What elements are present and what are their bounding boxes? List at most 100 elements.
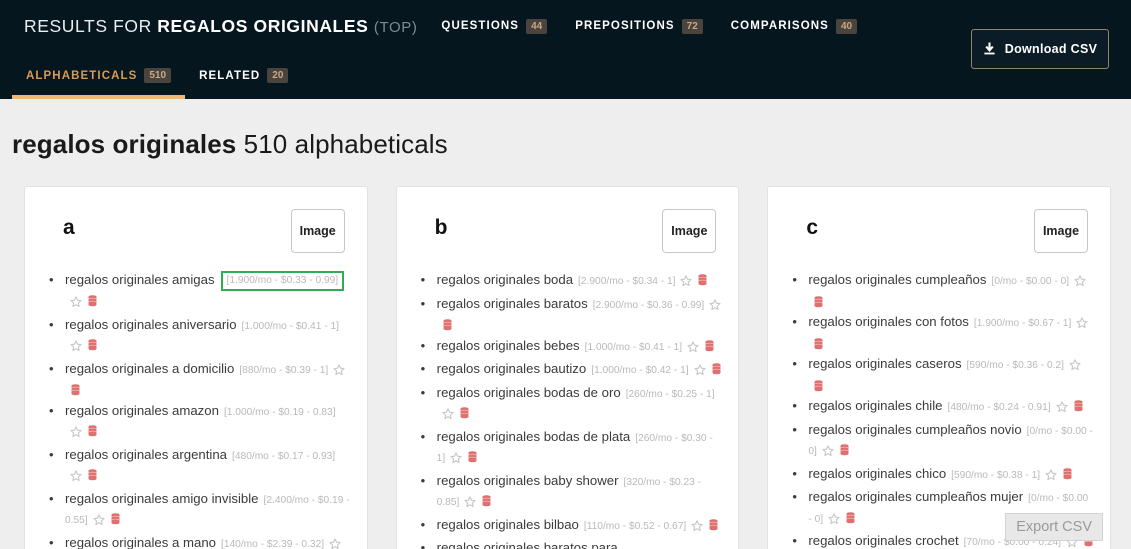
- star-icon[interactable]: [464, 495, 476, 514]
- star-icon[interactable]: [70, 339, 82, 358]
- list-item: regalos originales amazon [1.000/mo - $0.…: [41, 402, 351, 444]
- star-icon[interactable]: [1074, 274, 1086, 293]
- keyword-term[interactable]: regalos originales cumpleaños novio: [808, 422, 1021, 437]
- database-icon[interactable]: [88, 468, 97, 481]
- keyword-term[interactable]: regalos originales crochet: [808, 533, 958, 548]
- star-icon[interactable]: [680, 274, 693, 293]
- results-keyword: REGALOS ORIGINALES: [157, 15, 369, 36]
- keyword-term[interactable]: regalos originales caseros: [808, 356, 961, 371]
- keyword-metrics: [480/mo - $0.24 - 0.91]: [947, 402, 1051, 413]
- database-icon[interactable]: [1063, 467, 1072, 479]
- database-icon[interactable]: [111, 512, 120, 525]
- keyword-term[interactable]: regalos originales bilbao: [437, 517, 579, 532]
- image-button[interactable]: Image: [290, 209, 345, 253]
- keyword-term[interactable]: regalos originales cumpleaños: [808, 272, 986, 287]
- star-icon[interactable]: [1056, 400, 1068, 419]
- database-icon[interactable]: [460, 406, 469, 419]
- database-icon[interactable]: [88, 424, 97, 437]
- star-icon[interactable]: [329, 537, 341, 549]
- list-item: regalos originales baratos para cumpleañ…: [413, 539, 723, 549]
- star-icon[interactable]: [333, 363, 345, 382]
- keyword-term[interactable]: regalos originales amazon: [65, 403, 219, 418]
- subtab-related[interactable]: RELATED 20: [185, 58, 302, 99]
- keyword-term[interactable]: regalos originales cumpleaños mujer: [808, 489, 1023, 504]
- star-icon[interactable]: [1045, 468, 1057, 487]
- star-icon[interactable]: [450, 451, 462, 470]
- page-title-count: 510 alphabeticals: [243, 129, 448, 159]
- database-icon[interactable]: [814, 337, 823, 349]
- keyword-term[interactable]: regalos originales argentina: [65, 447, 227, 462]
- database-icon[interactable]: [1074, 399, 1083, 412]
- database-icon[interactable]: [814, 295, 823, 307]
- keyword-term[interactable]: regalos originales chile: [808, 398, 942, 413]
- star-icon[interactable]: [1076, 316, 1088, 335]
- database-icon[interactable]: [468, 450, 477, 463]
- tab-questions-label: QUESTIONS: [441, 20, 520, 32]
- list-item: regalos originales amigo invisible[2.400…: [41, 490, 351, 532]
- download-csv-button[interactable]: Download CSV: [971, 29, 1109, 69]
- database-icon[interactable]: [443, 318, 452, 331]
- database-icon[interactable]: [88, 294, 97, 307]
- tab-questions-count: 44: [526, 18, 548, 34]
- subtab-alphabeticals[interactable]: ALPHABETICALS 510: [12, 58, 186, 99]
- image-button[interactable]: Image: [1034, 209, 1089, 253]
- header-primary-row: RESULTS FOR REGALOS ORIGINALES (TOP) QUE…: [0, 0, 1131, 52]
- database-icon[interactable]: [71, 383, 80, 396]
- star-icon[interactable]: [691, 519, 703, 538]
- star-icon[interactable]: [822, 444, 834, 463]
- keyword-term[interactable]: regalos originales a mano: [65, 535, 216, 549]
- database-icon[interactable]: [712, 362, 721, 375]
- tab-questions[interactable]: QUESTIONS 44: [441, 18, 548, 34]
- keyword-term[interactable]: regalos originales bebes: [437, 338, 580, 353]
- keyword-term[interactable]: regalos originales amigas: [65, 272, 215, 287]
- database-icon[interactable]: [709, 518, 718, 530]
- page-heading: RESULTS FOR REGALOS ORIGINALES (TOP): [24, 16, 417, 37]
- tab-prepositions[interactable]: PREPOSITIONS 72: [575, 18, 703, 34]
- star-icon[interactable]: [442, 407, 454, 426]
- keyword-term[interactable]: regalos originales bautizo: [437, 361, 587, 376]
- export-csv-tooltip[interactable]: Export CSV: [1005, 513, 1103, 541]
- sub-nav-tabs: ALPHABETICALS 510 RELATED 20: [0, 58, 302, 99]
- keyword-term[interactable]: regalos originales aniversario: [65, 317, 237, 332]
- list-item: regalos originales bautizo [1.000/mo - $0…: [413, 360, 723, 382]
- star-icon[interactable]: [93, 513, 105, 532]
- star-icon[interactable]: [1069, 358, 1081, 377]
- keyword-term[interactable]: regalos originales boda: [437, 272, 573, 287]
- star-icon[interactable]: [70, 295, 82, 314]
- keyword-metrics: [590/mo - $0.38 - 1]: [951, 469, 1041, 481]
- star-icon[interactable]: [70, 425, 82, 444]
- database-icon[interactable]: [840, 443, 849, 456]
- keyword-term[interactable]: regalos originales chico: [808, 466, 946, 481]
- list-item: regalos originales cumpleaños novio[0/mo…: [784, 421, 1094, 463]
- tab-comparisons[interactable]: COMPARISONS 40: [731, 18, 858, 34]
- card-letter: a: [63, 216, 75, 239]
- keyword-term[interactable]: regalos originales bodas de plata: [437, 429, 631, 444]
- keyword-term[interactable]: regalos originales baratos: [437, 296, 588, 311]
- database-icon[interactable]: [705, 339, 714, 351]
- star-icon[interactable]: [694, 363, 706, 382]
- star-icon[interactable]: [70, 469, 82, 488]
- image-button[interactable]: Image: [662, 209, 717, 253]
- keyword-term[interactable]: regalos originales baratos para cumpleañ…: [437, 540, 618, 549]
- keyword-term[interactable]: regalos originales bodas de oro: [437, 385, 621, 400]
- star-icon[interactable]: [828, 512, 840, 531]
- keyword-term[interactable]: regalos originales baby shower: [437, 473, 619, 488]
- database-icon[interactable]: [814, 379, 823, 391]
- keyword-metrics-highlighted: [1.900/mo - $0.33 - 0.99]: [220, 271, 345, 291]
- database-icon[interactable]: [698, 273, 707, 286]
- keyword-term[interactable]: regalos originales amigo invisible: [65, 491, 259, 506]
- subtab-alphabeticals-label: ALPHABETICALS: [26, 69, 138, 82]
- keyword-term[interactable]: regalos originales a domicilio: [65, 361, 234, 376]
- keyword-term[interactable]: regalos originales con fotos: [808, 314, 969, 329]
- page-title: regalos originales 510 alphabeticals: [0, 99, 1131, 160]
- list-item: regalos originales caseros [590/mo - $0.3…: [784, 355, 1094, 395]
- database-icon[interactable]: [482, 494, 491, 507]
- app-header: RESULTS FOR REGALOS ORIGINALES (TOP) QUE…: [0, 0, 1131, 99]
- list-item: regalos originales baby shower[320/mo - …: [413, 472, 723, 514]
- star-icon[interactable]: [709, 298, 721, 317]
- page-title-keyword: regalos originales: [12, 129, 237, 159]
- database-icon[interactable]: [88, 338, 97, 351]
- database-icon[interactable]: [846, 511, 855, 523]
- star-icon[interactable]: [687, 340, 699, 359]
- list-item: regalos originales baratos [2.900/mo - $0…: [413, 295, 723, 335]
